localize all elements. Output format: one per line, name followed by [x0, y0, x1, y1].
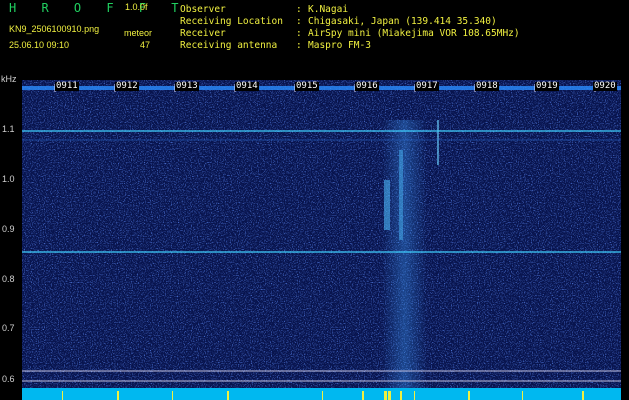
power-peak	[62, 391, 63, 400]
app-version: 1.0.0f	[125, 2, 148, 12]
y-tick-label: 0.8	[2, 274, 15, 284]
time-label: 0911	[55, 81, 79, 91]
top-carrier-band	[22, 86, 621, 90]
power-peak	[400, 391, 402, 400]
meteor-echo	[399, 150, 403, 240]
observation-datetime: 25.06.10 09:10	[9, 40, 70, 50]
receiver-key: Receiver	[180, 28, 226, 39]
power-peaks	[62, 391, 584, 400]
spectrogram-plot	[22, 80, 621, 390]
meteor-count: 47	[140, 40, 151, 50]
y-tick-label: 0.7	[2, 323, 15, 333]
observer-colon: :	[296, 4, 302, 15]
power-peak	[362, 391, 364, 400]
receiver-colon: :	[296, 28, 302, 39]
time-label: 0920	[593, 81, 617, 91]
time-label: 0912	[115, 81, 139, 91]
time-label: 0917	[415, 81, 439, 91]
observer-key: Observer	[180, 4, 226, 15]
image-filename: KN9_2506100910.png	[9, 24, 100, 34]
power-peak	[172, 391, 173, 400]
time-label: 0914	[235, 81, 259, 91]
y-tick-label: 0.9	[2, 224, 15, 234]
location-value: Chigasaki, Japan (139.414 35.340)	[308, 16, 497, 27]
observer-value: K.Nagai	[308, 4, 349, 15]
meteor-echo	[437, 120, 439, 165]
power-peak	[414, 391, 415, 400]
power-peak	[388, 391, 391, 400]
power-peak	[582, 391, 584, 400]
y-tick-label: 0.6	[2, 374, 15, 384]
receiver-value: AirSpy mini (Miakejima VOR 108.65MHz)	[308, 28, 520, 39]
power-strip	[22, 388, 621, 400]
meteor-echo	[384, 180, 390, 230]
power-peak	[117, 391, 119, 400]
location-key: Receiving Location	[180, 16, 283, 27]
location-colon: :	[296, 16, 302, 27]
y-tick-label: 1.0	[2, 174, 15, 184]
y-axis-unit: kHz	[1, 74, 17, 84]
antenna-key: Receiving antenna	[180, 40, 278, 51]
time-label: 0915	[295, 81, 319, 91]
antenna-value: Maspro FM-3	[308, 40, 371, 51]
power-strip-canvas	[62, 391, 584, 400]
meteor-band	[382, 120, 427, 390]
noise-texture	[22, 80, 621, 390]
power-peak	[468, 391, 470, 400]
power-peak	[322, 391, 323, 400]
time-label: 0916	[355, 81, 379, 91]
time-label: 0913	[175, 81, 199, 91]
power-peak	[522, 391, 523, 400]
meteor-label: meteor	[124, 28, 153, 38]
app-brand: H R O F F T	[9, 1, 188, 15]
spectrogram-window: H R O F F T 1.0.0f KN9_2506100910.png me…	[0, 0, 629, 400]
time-label: 0918	[475, 81, 499, 91]
power-peak	[384, 391, 387, 400]
power-peak	[227, 391, 229, 400]
antenna-colon: :	[296, 40, 302, 51]
spectrogram-canvas	[22, 80, 621, 390]
y-tick-label: 1.1	[2, 124, 15, 134]
time-label: 0919	[535, 81, 559, 91]
